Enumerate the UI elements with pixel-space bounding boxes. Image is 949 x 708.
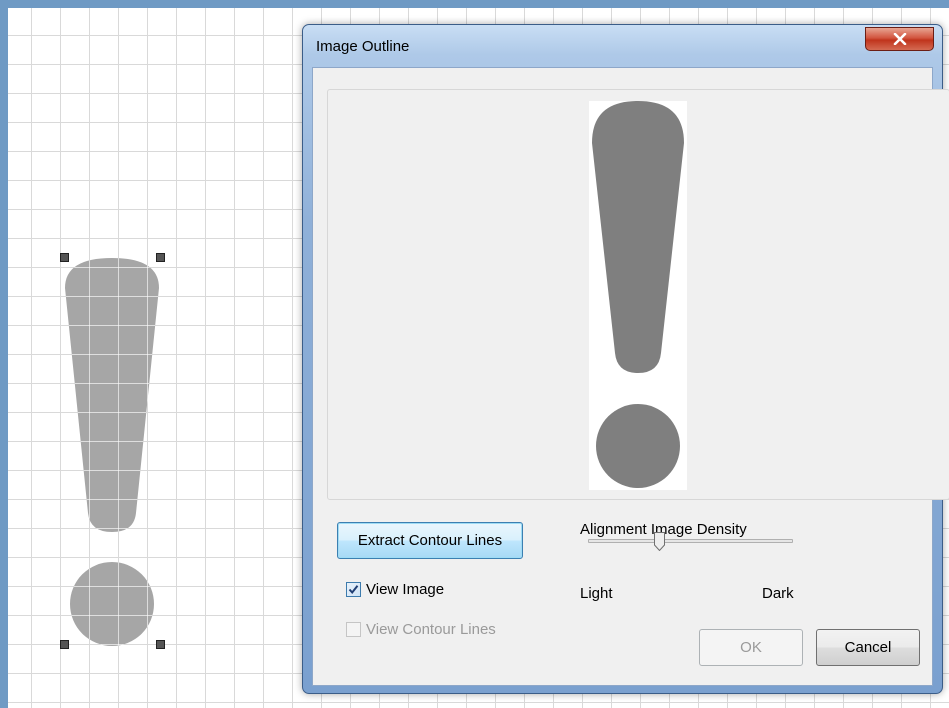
slider-max-label: Dark — [762, 585, 794, 602]
cancel-button[interactable]: Cancel — [816, 629, 920, 666]
selection-handle-bottom-left[interactable] — [60, 640, 69, 649]
view-image-checkbox[interactable] — [346, 582, 361, 597]
exclamation-shape[interactable] — [8, 8, 298, 708]
density-slider-track[interactable] — [588, 539, 793, 543]
image-preview-panel — [327, 89, 949, 500]
selection-handle-top-right[interactable] — [156, 253, 165, 262]
dialog-client-area: Extract Contour Lines View Image View Co… — [312, 67, 949, 686]
view-image-label: View Image — [366, 581, 445, 598]
slider-min-label: Light — [580, 585, 613, 602]
ok-button[interactable]: OK — [699, 629, 803, 666]
view-contour-lines-checkbox-row[interactable]: View Contour Lines — [346, 621, 496, 638]
dialog-titlebar[interactable]: Image Outline — [303, 25, 942, 67]
selection-handle-top-left[interactable] — [60, 253, 69, 262]
extract-contour-lines-button[interactable]: Extract Contour Lines — [337, 522, 523, 559]
image-outline-dialog: Image Outline Extract Contour Lines View… — [302, 24, 949, 694]
close-button[interactable] — [865, 27, 934, 51]
view-contour-lines-checkbox[interactable] — [346, 622, 361, 637]
dialog-title: Image Outline — [316, 38, 410, 55]
checkmark-icon — [348, 585, 359, 595]
view-image-checkbox-row[interactable]: View Image — [346, 581, 444, 598]
view-contour-lines-label: View Contour Lines — [366, 621, 496, 638]
close-x-icon — [893, 33, 906, 45]
density-slider-thumb[interactable] — [654, 532, 666, 551]
selection-handle-bottom-right[interactable] — [156, 640, 165, 649]
preview-image — [589, 101, 687, 490]
